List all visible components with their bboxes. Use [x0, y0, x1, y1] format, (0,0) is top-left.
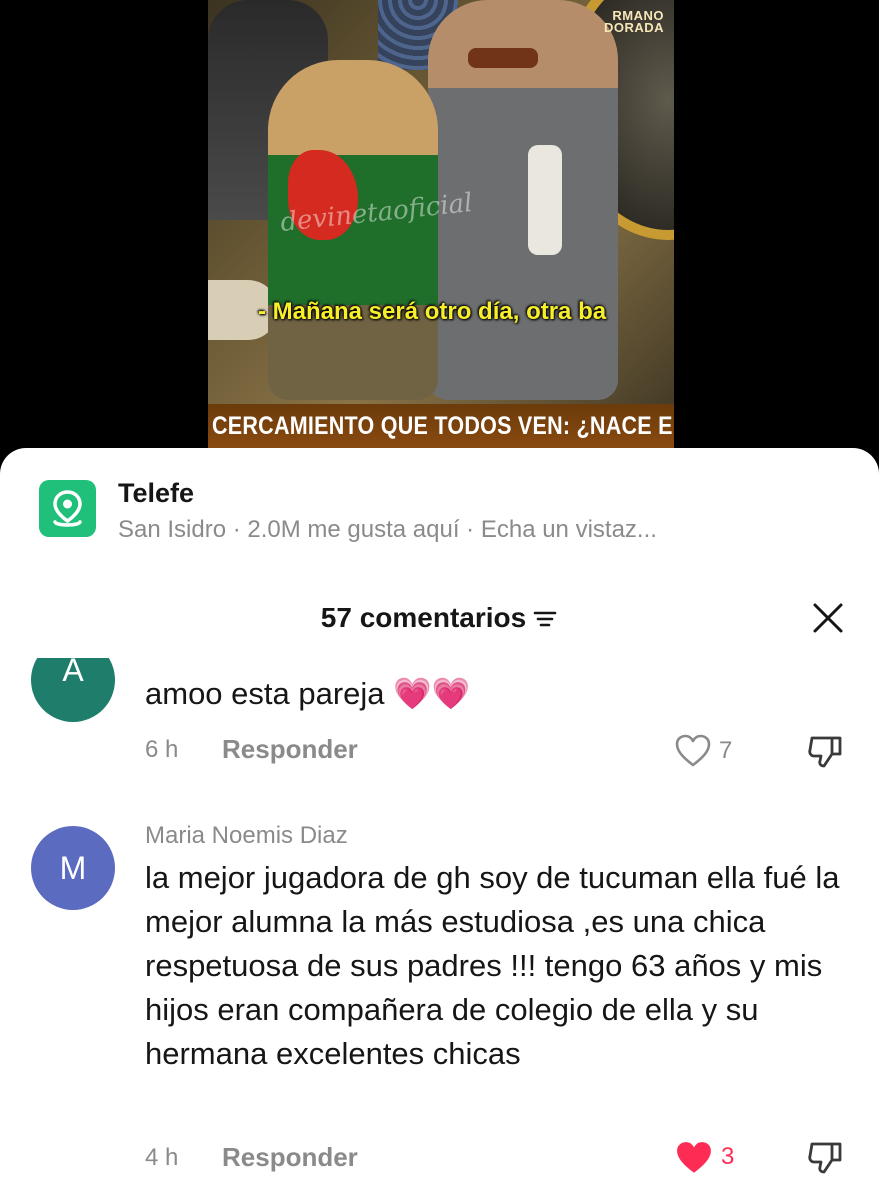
video-brand-text: RMANO DORADA — [603, 8, 664, 35]
comment-text: amoo esta pareja 💗💗 — [145, 676, 471, 711]
comment-time: 4 h — [145, 1144, 179, 1171]
comment-username[interactable]: Maria Noemis Diaz — [145, 822, 348, 850]
comments-header: 57 comentarios — [0, 598, 879, 644]
heart-icon — [675, 734, 711, 767]
close-icon[interactable] — [810, 600, 846, 636]
place-meta: San Isidro · 2.0M me gusta aquí · Echa u… — [118, 516, 657, 543]
like-button[interactable]: 7 — [675, 732, 745, 772]
dislike-button[interactable] — [806, 732, 848, 772]
like-count: 3 — [721, 1143, 735, 1170]
comment-text: la mejor jugadora de gh soy de tucuman e… — [145, 860, 840, 1071]
thumbs-down-icon — [808, 1142, 842, 1174]
video-player[interactable]: RMANO DORADA devinetaoficial - Mañana se… — [0, 0, 879, 460]
comments-sheet: Telefe San Isidro · 2.0M me gusta aquí ·… — [0, 448, 879, 1200]
reply-button[interactable]: Responder — [222, 1142, 358, 1173]
sort-icon[interactable] — [532, 604, 558, 636]
dislike-button[interactable] — [806, 1138, 848, 1178]
video-subtitle: - Mañana será otro día, otra ba — [258, 298, 607, 325]
avatar-clip: A — [31, 658, 115, 722]
like-count: 7 — [719, 737, 733, 764]
comment-time: 6 h — [145, 736, 179, 763]
comments-count-title[interactable]: 57 comentarios — [0, 602, 879, 636]
video-banner-text: CERCAMIENTO QUE TODOS VEN: ¿NACE E — [212, 412, 673, 440]
video-thermos — [528, 145, 562, 255]
place-name: Telefe — [118, 478, 195, 508]
avatar[interactable]: M — [31, 826, 115, 910]
like-button[interactable]: 3 — [675, 1138, 745, 1178]
video-sunglasses — [468, 48, 538, 68]
comment-item: A amoo esta pareja 💗💗 6 h Responder 7 — [0, 648, 879, 778]
video-frame[interactable]: RMANO DORADA devinetaoficial - Mañana se… — [208, 0, 674, 448]
place-link[interactable]: Telefe San Isidro · 2.0M me gusta aquí ·… — [0, 448, 879, 558]
avatar[interactable]: A — [31, 658, 115, 722]
comment-item: M Maria Noemis Diaz la mejor jugadora de… — [0, 816, 879, 1196]
map-pin-icon — [39, 480, 96, 537]
reply-button[interactable]: Responder — [222, 734, 358, 765]
comments-count-label: 57 comentarios — [320, 602, 527, 633]
heart-filled-icon — [677, 1142, 711, 1173]
thumbs-down-icon — [808, 736, 842, 768]
